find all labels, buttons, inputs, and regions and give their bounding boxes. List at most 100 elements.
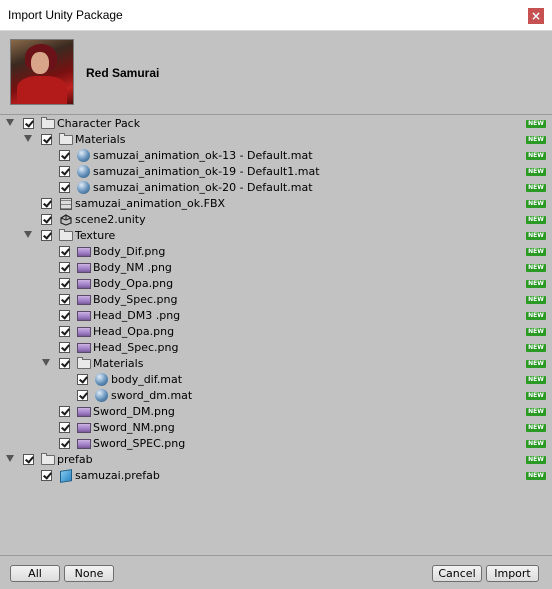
- include-checkbox[interactable]: [41, 470, 52, 481]
- window-title: Import Unity Package: [8, 8, 123, 22]
- foldout-arrow-icon[interactable]: [6, 119, 14, 126]
- include-checkbox[interactable]: [23, 118, 34, 129]
- include-checkbox[interactable]: [59, 294, 70, 305]
- texture-icon: [77, 247, 91, 257]
- import-button[interactable]: Import: [486, 565, 539, 582]
- tree-item-label: samuzai_animation_ok-19 - Default1.mat: [93, 165, 320, 178]
- texture-icon: [77, 327, 91, 337]
- tree-item-label: Sword_NM.png: [93, 421, 175, 434]
- new-badge: NEW: [526, 392, 546, 400]
- new-badge: NEW: [526, 472, 546, 480]
- tree-row-character-pack[interactable]: Character Pack NEW: [0, 116, 552, 132]
- texture-icon: [77, 407, 91, 417]
- tree-row[interactable]: Head_DM3 .png NEW: [0, 308, 552, 324]
- tree-row[interactable]: Body_Dif.png NEW: [0, 244, 552, 260]
- new-badge: NEW: [526, 264, 546, 272]
- material-sphere-icon: [77, 165, 90, 178]
- include-checkbox[interactable]: [59, 422, 70, 433]
- package-header: Red Samurai: [0, 31, 552, 115]
- tree-row[interactable]: sword_dm.mat NEW: [0, 388, 552, 404]
- tree-item-label: Materials: [75, 133, 126, 146]
- new-badge: NEW: [526, 200, 546, 208]
- include-checkbox[interactable]: [41, 230, 52, 241]
- tree-row[interactable]: Head_Opa.png NEW: [0, 324, 552, 340]
- include-checkbox[interactable]: [59, 166, 70, 177]
- include-checkbox[interactable]: [77, 374, 88, 385]
- foldout-arrow-icon[interactable]: [24, 231, 32, 238]
- close-icon[interactable]: ×: [528, 8, 544, 24]
- include-checkbox[interactable]: [59, 150, 70, 161]
- tree-row-texture[interactable]: Texture NEW: [0, 228, 552, 244]
- include-checkbox[interactable]: [59, 262, 70, 273]
- include-checkbox[interactable]: [59, 342, 70, 353]
- tree-row[interactable]: samuzai_animation_ok-20 - Default.mat NE…: [0, 180, 552, 196]
- include-checkbox[interactable]: [23, 454, 34, 465]
- include-checkbox[interactable]: [41, 214, 52, 225]
- tree-item-label: Sword_DM.png: [93, 405, 175, 418]
- new-badge: NEW: [526, 184, 546, 192]
- package-name: Red Samurai: [86, 66, 160, 80]
- asset-tree: Character Pack NEW Materials NEW samuzai…: [0, 115, 552, 555]
- select-none-button[interactable]: None: [64, 565, 114, 582]
- include-checkbox[interactable]: [59, 326, 70, 337]
- new-badge: NEW: [526, 376, 546, 384]
- tree-item-label: Head_Opa.png: [93, 325, 175, 338]
- include-checkbox[interactable]: [59, 182, 70, 193]
- folder-icon: [59, 133, 73, 145]
- tree-row[interactable]: samuzai.prefab NEW: [0, 468, 552, 484]
- include-checkbox[interactable]: [59, 310, 70, 321]
- include-checkbox[interactable]: [59, 246, 70, 257]
- tree-row-prefab[interactable]: prefab NEW: [0, 452, 552, 468]
- new-badge: NEW: [526, 120, 546, 128]
- include-checkbox[interactable]: [59, 278, 70, 289]
- include-checkbox[interactable]: [41, 134, 52, 145]
- cancel-button[interactable]: Cancel: [432, 565, 482, 582]
- tree-item-label: samuzai.prefab: [75, 469, 160, 482]
- new-badge: NEW: [526, 296, 546, 304]
- tree-row-materials[interactable]: Materials NEW: [0, 132, 552, 148]
- folder-icon: [41, 453, 55, 465]
- tree-item-label: Texture: [75, 229, 116, 242]
- new-badge: NEW: [526, 344, 546, 352]
- include-checkbox[interactable]: [41, 198, 52, 209]
- new-badge: NEW: [526, 152, 546, 160]
- tree-row[interactable]: Head_Spec.png NEW: [0, 340, 552, 356]
- new-badge: NEW: [526, 328, 546, 336]
- folder-icon: [77, 357, 91, 369]
- tree-row[interactable]: Sword_SPEC.png NEW: [0, 436, 552, 452]
- material-sphere-icon: [77, 149, 90, 162]
- include-checkbox[interactable]: [59, 406, 70, 417]
- tree-row[interactable]: Body_Spec.png NEW: [0, 292, 552, 308]
- new-badge: NEW: [526, 424, 546, 432]
- include-checkbox[interactable]: [59, 358, 70, 369]
- new-badge: NEW: [526, 456, 546, 464]
- new-badge: NEW: [526, 312, 546, 320]
- tree-item-label: Head_Spec.png: [93, 341, 179, 354]
- new-badge: NEW: [526, 280, 546, 288]
- new-badge: NEW: [526, 136, 546, 144]
- tree-item-label: Body_Opa.png: [93, 277, 174, 290]
- tree-item-label: Body_NM .png: [93, 261, 172, 274]
- tree-row-texture-materials[interactable]: Materials NEW: [0, 356, 552, 372]
- material-sphere-icon: [77, 181, 90, 194]
- tree-row[interactable]: samuzai_animation_ok-13 - Default.mat NE…: [0, 148, 552, 164]
- foldout-arrow-icon[interactable]: [24, 135, 32, 142]
- select-all-button[interactable]: All: [10, 565, 60, 582]
- tree-row[interactable]: Sword_NM.png NEW: [0, 420, 552, 436]
- tree-row[interactable]: Sword_DM.png NEW: [0, 404, 552, 420]
- include-checkbox[interactable]: [59, 438, 70, 449]
- new-badge: NEW: [526, 408, 546, 416]
- foldout-arrow-icon[interactable]: [6, 455, 14, 462]
- foldout-arrow-icon[interactable]: [42, 359, 50, 366]
- tree-item-label: Head_DM3 .png: [93, 309, 181, 322]
- tree-row[interactable]: Body_Opa.png NEW: [0, 276, 552, 292]
- tree-row[interactable]: scene2.unity NEW: [0, 212, 552, 228]
- tree-row[interactable]: body_dif.mat NEW: [0, 372, 552, 388]
- tree-row[interactable]: Body_NM .png NEW: [0, 260, 552, 276]
- texture-icon: [77, 295, 91, 305]
- texture-icon: [77, 279, 91, 289]
- tree-row[interactable]: samuzai_animation_ok-19 - Default1.mat N…: [0, 164, 552, 180]
- include-checkbox[interactable]: [77, 390, 88, 401]
- tree-item-label: sword_dm.mat: [111, 389, 193, 402]
- tree-row[interactable]: samuzai_animation_ok.FBX NEW: [0, 196, 552, 212]
